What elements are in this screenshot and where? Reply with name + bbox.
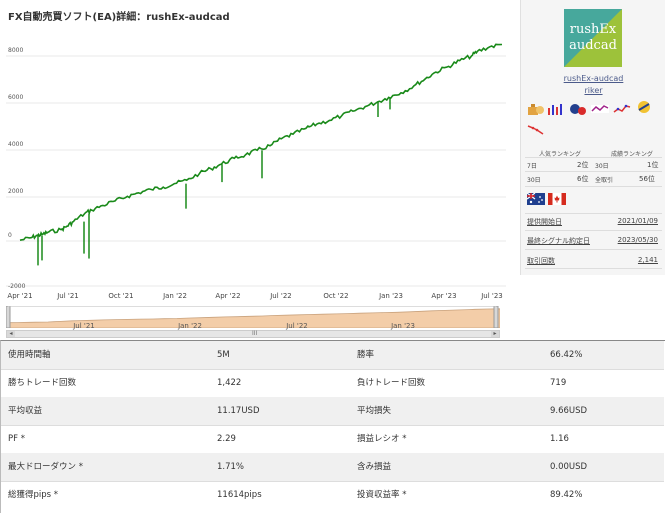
navigator-tick-label: Jul '21: [73, 322, 95, 330]
stat-label: 投資収益率 *: [357, 490, 407, 500]
stats-row: 平均収益 11.17USD 平均損失 9.66USD: [1, 397, 664, 426]
x-tick-label: Oct '22: [323, 292, 349, 300]
stat-label: 含み損益: [357, 462, 392, 472]
logo-line-2: audcad: [569, 38, 617, 53]
stat-value: 9.66USD: [550, 406, 588, 416]
rank-value: 2位: [577, 161, 589, 169]
x-tick-label: Oct '21: [108, 292, 134, 300]
canada-flag-icon: [548, 193, 566, 205]
stat-label: 損益レシオ *: [357, 434, 407, 444]
ea-side-panel: rushEx audcad rushEx-audcad riker 人気ランキン…: [520, 0, 665, 275]
navigator-left-handle[interactable]: [5, 305, 11, 329]
stat-label: 総獲得pips *: [8, 490, 59, 500]
navigator-right-handle[interactable]: [493, 305, 499, 329]
drawdown-spikes: [37, 97, 391, 266]
stats-table: 使用時間軸 5M 勝率 66.42% 勝ちトレード回数 1,422 負けトレード…: [0, 340, 665, 513]
y-tick-label: 2000: [8, 188, 23, 195]
developer-link[interactable]: riker: [521, 86, 665, 95]
stat-label: 平均損失: [357, 406, 392, 416]
x-tick-label: Jul '21: [57, 292, 79, 300]
rank-value: 1位: [647, 161, 659, 169]
x-tick-label: Jan '23: [379, 292, 403, 300]
y-tick-label: 4000: [8, 141, 23, 148]
start-date-value[interactable]: 2021/01/09: [618, 217, 658, 225]
stat-value: 0.00USD: [550, 462, 588, 472]
stat-value: 89.42%: [550, 490, 583, 500]
last-signal-value[interactable]: 2023/05/30: [618, 236, 658, 244]
rank-period-label: 全取引: [595, 177, 614, 184]
navigator-tick-label: Jan '23: [391, 322, 415, 330]
trade-count-value[interactable]: 2,141: [638, 256, 658, 264]
australia-flag-icon: [527, 193, 545, 205]
grid-lines: [6, 55, 506, 287]
ea-logo[interactable]: rushEx audcad: [564, 9, 622, 67]
stats-row: 勝ちトレード回数 1,422 負けトレード回数 719: [1, 369, 664, 398]
stats-row: PF * 2.29 損益レシオ * 1.16: [1, 425, 664, 454]
stat-value: 11614pips: [217, 490, 262, 500]
scroll-right-arrow-icon[interactable]: ▸: [491, 331, 499, 337]
rank-period-label: 30日: [527, 177, 541, 184]
rank-value: 56位: [639, 175, 655, 183]
last-signal-label[interactable]: 最終シグナル約定日: [527, 236, 590, 246]
equity-series-line: [19, 43, 503, 241]
equity-chart-panel: FX自動売買ソフト(EA)詳細：rushEx-audcad 8000 6000 …: [0, 0, 512, 338]
stat-value: 1.16: [550, 434, 569, 444]
stat-value: 719: [550, 378, 567, 388]
rank-period-label: 30日: [595, 163, 609, 170]
trade-count-label[interactable]: 取引回数: [527, 256, 555, 266]
navigator-tick-label: Jan '22: [178, 322, 202, 330]
stat-label: 勝率: [357, 350, 375, 360]
navigator-tick-label: Jul '22: [286, 322, 308, 330]
stat-value: 66.42%: [550, 350, 583, 360]
signal-badge-icon: [591, 105, 609, 113]
start-date-label[interactable]: 提供開始日: [527, 217, 562, 227]
badge-row: [527, 100, 661, 138]
stat-value: 5M: [217, 350, 230, 360]
x-tick-label: Apr '22: [215, 292, 241, 300]
bar-chart-badge-icon: [548, 104, 562, 115]
x-tick-label: Apr '21: [7, 292, 33, 300]
y-tick-labels: 8000 6000 4000 2000 0 -2000: [8, 47, 26, 290]
stat-label: 使用時間軸: [8, 350, 51, 360]
y-tick-label: -2000: [8, 283, 26, 290]
x-tick-label: Jan '22: [163, 292, 187, 300]
x-tick-label: Apr '23: [431, 292, 457, 300]
stat-label: 平均収益: [8, 406, 43, 416]
stat-label: PF *: [8, 434, 25, 444]
stat-value: 1.71%: [217, 462, 245, 472]
stats-row: 使用時間軸 5M 勝率 66.42%: [1, 341, 664, 370]
chat-bubble-icon: [570, 104, 586, 115]
stats-row: 総獲得pips * 11614pips 投資収益率 * 89.42%: [1, 481, 664, 509]
stat-value: 1,422: [217, 378, 242, 388]
x-tick-label: Jul '22: [270, 292, 292, 300]
ea-name-link[interactable]: rushEx-audcad: [521, 74, 665, 83]
y-tick-label: 0: [8, 232, 12, 239]
down-trend-badge-icon: [527, 125, 544, 135]
stats-row: 最大ドローダウン * 1.71% 含み損益 0.00USD: [1, 453, 664, 482]
equity-chart-svg[interactable]: 8000 6000 4000 2000 0 -2000: [6, 22, 506, 290]
logo-line-1: rushEx: [569, 22, 617, 37]
equity-plot[interactable]: 8000 6000 4000 2000 0 -2000: [6, 22, 506, 290]
y-tick-label: 8000: [8, 47, 23, 54]
stat-label: 負けトレード回数: [357, 378, 426, 388]
x-tick-label: Jul '23: [481, 292, 503, 300]
stat-value: 2.29: [217, 434, 236, 444]
rank-period-label: 7日: [527, 163, 537, 170]
chart-scrollbar[interactable]: ◂ III ▸: [6, 330, 500, 338]
scroll-left-arrow-icon[interactable]: ◂: [7, 331, 15, 337]
trend-badge-icon: [613, 104, 631, 113]
y-tick-label: 6000: [8, 94, 23, 101]
stat-label: 最大ドローダウン *: [8, 462, 83, 472]
medal-badge-icon: [638, 101, 650, 113]
rank-value: 6位: [577, 175, 589, 183]
stat-value: 11.17USD: [217, 406, 260, 416]
scroll-grip-icon[interactable]: III: [252, 331, 257, 337]
stat-label: 勝ちトレード回数: [8, 378, 77, 388]
money-bag-icon: [528, 104, 544, 115]
chart-title: FX自動売買ソフト(EA)詳細：rushEx-audcad: [8, 12, 230, 23]
